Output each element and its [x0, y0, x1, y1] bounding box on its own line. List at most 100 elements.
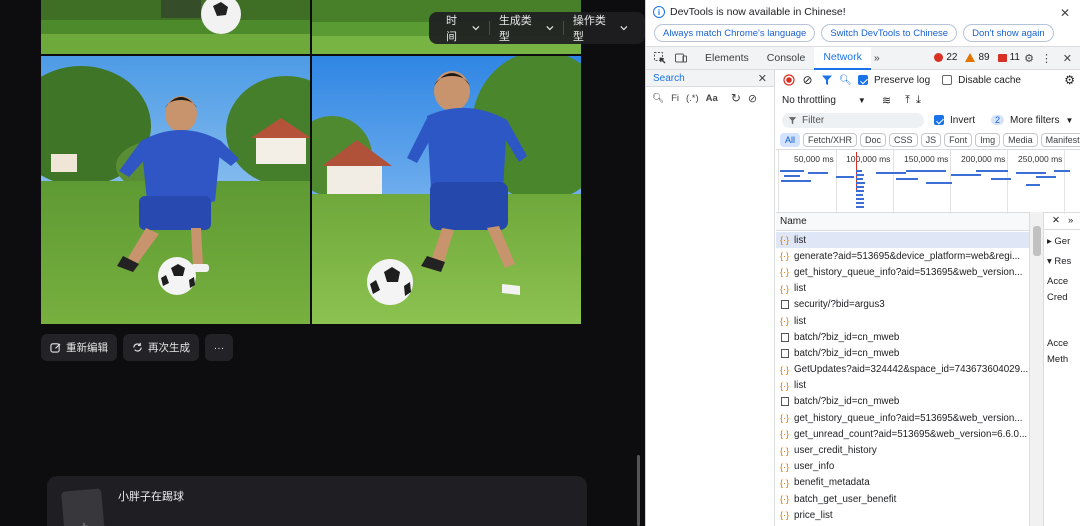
request-row[interactable]: {·} get_history_queue_info?aid=513695&web… [776, 410, 1029, 426]
filter-time-dropdown[interactable]: 时间 [437, 12, 489, 44]
type-filter-manifest[interactable]: Manifest [1040, 132, 1080, 147]
language-notice: i DevTools is now available in Chinese! … [646, 0, 1080, 47]
tab-elements[interactable]: Elements [696, 47, 758, 70]
close-icon[interactable]: ✕ [1060, 6, 1070, 20]
throttling-select[interactable]: No throttling [782, 95, 836, 106]
clear-log-icon[interactable]: ⊘ [801, 73, 814, 87]
generated-image-4[interactable] [312, 56, 581, 324]
network-settings-gear-icon[interactable]: ⚙ [1064, 73, 1075, 87]
more-options-button[interactable]: ··· [205, 334, 233, 361]
tab-network[interactable]: Network [814, 46, 871, 70]
type-filter-all[interactable]: All [780, 132, 801, 147]
type-filter-js[interactable]: JS [920, 132, 942, 147]
reedit-button[interactable]: 重新编辑 [41, 334, 117, 361]
message-count-value: 11 [1009, 52, 1020, 63]
invert-checkbox[interactable] [934, 115, 944, 125]
request-row[interactable]: {·} price_list [776, 507, 1029, 523]
filter-operation-type-dropdown[interactable]: 操作类型 [564, 12, 637, 44]
prompt-card[interactable]: + 小胖子在踢球 [47, 476, 587, 526]
request-row[interactable]: {·} get_unread_count?aid=513695&web_versi… [776, 426, 1029, 442]
regex-toggle[interactable]: (.*) [686, 93, 699, 104]
switch-to-chinese-button[interactable]: Switch DevTools to Chinese [821, 24, 958, 42]
disable-cache-checkbox[interactable] [942, 75, 953, 85]
request-row[interactable]: {·} list [776, 281, 1029, 297]
document-icon [781, 397, 789, 407]
tab-console[interactable]: Console [758, 47, 815, 70]
wifi-icon[interactable]: ≋ [882, 94, 891, 107]
timeline-tick: 200,000 ms [961, 154, 1006, 164]
request-row[interactable]: {·} user_credit_history [776, 442, 1029, 458]
device-toolbar-icon[interactable] [674, 51, 688, 65]
download-icon[interactable]: ⤓ [916, 94, 921, 107]
name-column-header[interactable]: Name [780, 216, 807, 227]
request-row[interactable]: {·} list [776, 378, 1029, 394]
request-row[interactable]: {·} list [776, 232, 1029, 249]
generated-image-1[interactable] [41, 0, 310, 54]
network-toolbar: ⊘ 🔍︎ Preserve log Disable cache ⚙ [776, 70, 1080, 90]
type-filter-font[interactable]: Font [944, 132, 973, 147]
request-row[interactable]: {·} list [776, 313, 1029, 329]
close-search-icon[interactable]: ✕ [758, 72, 767, 85]
request-row[interactable]: batch/?biz_id=cn_mweb [776, 329, 1029, 345]
warning-count[interactable]: 89 [965, 52, 990, 63]
kebab-menu-icon[interactable]: ⋮ [1041, 52, 1052, 65]
more-filters-dropdown[interactable]: More filters [1010, 115, 1059, 126]
request-row[interactable]: {·} get_history_queue_info?aid=513695&web… [776, 264, 1029, 280]
request-row[interactable]: security/?bid=argus3 [776, 297, 1029, 313]
fetch-icon: {·} [780, 251, 790, 262]
more-filters-badge: 2 [991, 115, 1005, 125]
requests-table-header[interactable]: Name [776, 213, 1029, 231]
regenerate-button[interactable]: 再次生成 [123, 334, 199, 361]
filter-generation-type-dropdown[interactable]: 生成类型 [490, 12, 563, 44]
search-input[interactable]: Fi [671, 93, 679, 104]
request-name: user_credit_history [794, 445, 877, 457]
response-headers-section[interactable]: ▾ Res [1047, 256, 1071, 267]
close-devtools-icon[interactable]: ✕ [1063, 52, 1072, 65]
type-filter-doc[interactable]: Doc [860, 132, 887, 147]
request-row[interactable]: batch/?biz_id=cn_mweb [776, 345, 1029, 361]
request-row[interactable]: {·} benefit_metadata [776, 475, 1029, 491]
reedit-label: 重新编辑 [66, 342, 108, 354]
type-filter-media[interactable]: Media [1003, 132, 1038, 147]
network-overview-timeline[interactable]: 50,000 ms 100,000 ms 150,000 ms 200,000 … [776, 149, 1080, 214]
upload-icon[interactable]: ⤒ [905, 94, 910, 107]
match-case-toggle[interactable]: Aa [706, 93, 718, 104]
request-name: generate?aid=513695&device_platform=web&… [794, 250, 1021, 262]
search-icon[interactable]: 🔍︎ [839, 74, 852, 87]
type-filter-img[interactable]: Img [975, 132, 1001, 147]
request-name: batch/?biz_id=cn_mweb [794, 331, 900, 343]
clear-icon[interactable]: ⊘ [748, 92, 757, 105]
request-name: get_history_queue_info?aid=513695&web_ve… [794, 266, 1023, 278]
document-icon [781, 348, 789, 358]
requests-list: {·} list {·} generate?aid=513695&device_pla… [776, 232, 1029, 523]
match-language-button[interactable]: Always match Chrome's language [654, 24, 816, 42]
more-tabs-chevron-icon[interactable]: » [871, 47, 883, 70]
refresh-icon[interactable]: ↻ [731, 91, 741, 105]
preserve-log-checkbox[interactable] [858, 75, 868, 85]
requests-scrollbar[interactable] [1029, 212, 1043, 526]
issue-counters[interactable]: 22 89 11 [934, 52, 1020, 63]
more-detail-tabs-icon[interactable]: » [1068, 215, 1073, 226]
request-row[interactable]: {·} user_info [776, 459, 1029, 475]
app-pane: 时间 生成类型 操作类型 重新编辑 再次生成 ··· + 小胖子在踢球 [0, 0, 645, 526]
request-row[interactable]: {·} GetUpdates?aid=324442&space_id=743673… [776, 362, 1029, 378]
generated-image-3[interactable] [41, 56, 310, 324]
error-count[interactable]: 22 [934, 52, 957, 63]
general-section-header[interactable]: ▸ Ger [1047, 236, 1070, 247]
type-filter-fetch-xhr[interactable]: Fetch/XHR [803, 132, 858, 147]
scrollbar[interactable] [637, 455, 640, 526]
type-filter-css[interactable]: CSS [889, 132, 918, 147]
message-count[interactable]: 11 [997, 52, 1020, 63]
filter-funnel-icon[interactable] [820, 74, 833, 87]
close-detail-icon[interactable]: ✕ [1052, 215, 1060, 226]
dont-show-again-button[interactable]: Don't show again [963, 24, 1054, 42]
search-pane-title[interactable]: Search [653, 73, 685, 84]
inspect-element-icon[interactable] [653, 51, 667, 65]
request-row[interactable]: {·} generate?aid=513695&device_platform=w… [776, 248, 1029, 264]
request-row[interactable]: batch/?biz_id=cn_mweb [776, 394, 1029, 410]
filter-input[interactable]: Filter [782, 112, 924, 128]
settings-gear-icon[interactable]: ⚙ [1024, 52, 1034, 65]
reference-image-placeholder[interactable]: + [61, 488, 105, 526]
request-row[interactable]: {·} batch_get_user_benefit [776, 491, 1029, 507]
record-icon[interactable] [782, 74, 795, 87]
